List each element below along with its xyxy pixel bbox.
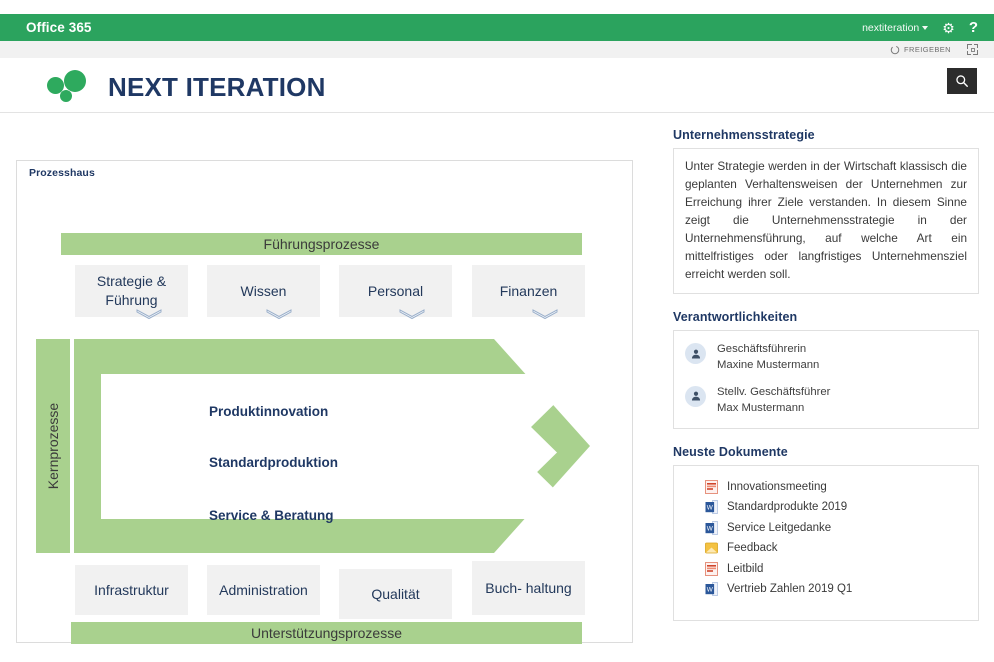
process-box-administration[interactable]: Administration [207,565,320,615]
core-process-row-produktinnovation[interactable]: Produktinnovation [209,404,328,419]
core-process-label: Kernprozesse [36,339,70,553]
documents-box: Innovationsmeeting W Standardprodukte 20… [673,464,979,622]
responsibility-text: Stellv. Geschäftsführer Max Mustermann [717,384,830,416]
responsibility-item[interactable]: Stellv. Geschäftsführer Max Mustermann [685,384,967,416]
process-box-buchhaltung[interactable]: Buch- haltung [472,561,585,615]
person-icon [691,349,700,359]
document-name: Innovationsmeeting [727,480,827,493]
process-box-strategie-fuehrung[interactable]: Strategie & Führung [75,265,188,317]
chevron-down-icon[interactable] [532,309,558,320]
list-item[interactable]: W Vertrieb Zahlen 2019 Q1 [705,582,967,596]
focus-center [970,47,975,52]
responsibility-role: Geschäftsführerin [717,343,807,356]
office365-suite-bar: Office 365 nextiteration ⚙ ? [0,14,994,41]
strategy-box: Unter Strategie werden in der Wirtschaft… [673,148,979,295]
responsibilities-box: Geschäftsführerin Maxine Mustermann Stel… [673,330,979,429]
chevron-down-icon[interactable] [399,309,425,320]
process-house-title: Prozesshaus [29,167,95,179]
management-process-band: Führungsprozesse [61,233,582,255]
document-name: Standardprodukte 2019 [727,501,848,514]
avatar [685,385,706,407]
right-column: Unternehmensstrategie Unter Strategie we… [673,128,979,622]
focus-corner-bl [967,51,971,55]
list-item[interactable]: Leitbild [705,561,967,576]
office365-brand[interactable]: Office 365 [26,20,92,35]
word-file-icon: W [705,582,718,596]
logo-dot-bottom [60,90,72,102]
onenote-file-icon [705,541,718,555]
chevron-down-icon [922,25,929,30]
responsibility-item[interactable]: Geschäftsführerin Maxine Mustermann [685,341,967,373]
document-name: Leitbild [727,562,764,575]
powerpoint-file-icon [705,561,718,576]
list-item[interactable]: Feedback [705,541,967,555]
share-icon [890,45,900,54]
process-box-infrastruktur[interactable]: Infrastruktur [75,565,188,615]
svg-text:W: W [707,587,714,594]
responsibility-name: Maxine Mustermann [717,359,820,372]
tenant-label: nextiteration [862,21,920,34]
chevron-down-icon[interactable] [266,309,292,320]
command-bar: FREIGEBEN [0,41,994,58]
logo-dot-right [64,70,86,92]
search-icon [956,75,968,87]
focus-mode-icon[interactable] [967,44,978,55]
documents-section-title: Neuste Dokumente [673,444,788,459]
responsibility-text: Geschäftsführerin Maxine Mustermann [717,341,819,373]
responsibilities-section-title: Verantwortlichkeiten [673,310,798,325]
help-icon[interactable]: ? [969,20,978,35]
tenant-menu[interactable]: nextiteration [862,21,929,34]
chevron-down-icon[interactable] [136,309,162,320]
core-process-row-standardproduktion[interactable]: Standardproduktion [209,455,338,470]
word-file-icon: W [705,500,718,514]
core-process-label-text: Kernprozesse [45,402,61,490]
document-name: Vertrieb Zahlen 2019 Q1 [727,583,853,596]
support-process-band: Unterstützungsprozesse [71,622,582,644]
three-dots-logo[interactable] [44,66,96,106]
process-box-qualitaet[interactable]: Qualität [339,569,452,619]
responsibility-role: Stellv. Geschäftsführer [717,385,831,398]
list-item[interactable]: Innovationsmeeting [705,479,967,494]
list-item[interactable]: W Standardprodukte 2019 [705,500,967,514]
svg-text:W: W [707,525,714,532]
strategy-body: Unter Strategie werden in der Wirtschaft… [685,159,967,281]
process-house-panel: Prozesshaus Führungsprozesse Strategie &… [16,160,633,644]
responsibility-name: Max Mustermann [717,401,805,414]
focus-corner-tr [974,44,978,48]
site-header: NEXT ITERATION [0,58,994,113]
page-title: NEXT ITERATION [108,72,326,102]
share-button[interactable]: FREIGEBEN [890,45,951,55]
process-box-wissen[interactable]: Wissen [207,265,320,317]
document-name: Feedback [727,542,778,555]
process-box-finanzen[interactable]: Finanzen [472,265,585,317]
list-item[interactable]: W Service Leitgedanke [705,520,967,535]
search-button[interactable] [947,68,977,94]
person-icon [691,391,700,401]
share-label: FREIGEBEN [904,45,951,54]
document-name: Service Leitgedanke [727,521,832,534]
word-file-icon: W [705,520,718,535]
suite-bar-actions: nextiteration ⚙ ? [862,20,994,35]
avatar [685,343,706,365]
process-box-personal[interactable]: Personal [339,265,452,317]
gear-icon[interactable]: ⚙ [942,21,955,35]
main-content: Prozesshaus Führungsprozesse Strategie &… [0,113,994,662]
powerpoint-file-icon [705,479,718,494]
strategy-section-title: Unternehmensstrategie [673,128,815,142]
core-process-row-service-beratung[interactable]: Service & Beratung [209,508,334,523]
svg-text:W: W [707,505,714,512]
